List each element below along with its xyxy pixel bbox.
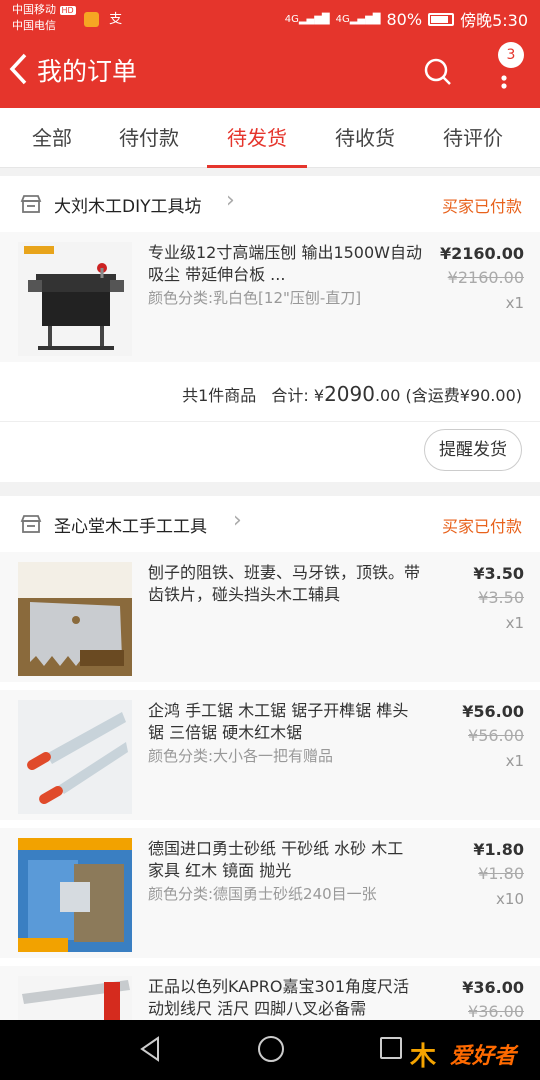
alipay-icon: 支 bbox=[109, 12, 123, 27]
page-title: 我的订单 bbox=[37, 57, 138, 86]
product-original-price: ¥56.00 bbox=[468, 726, 524, 745]
order-item[interactable]: 专业级12寸高端压刨 输出1500W自动吸尘 带延伸台板 ... 颜色分类:乳白… bbox=[0, 232, 540, 362]
shop-row[interactable]: 圣心堂木工手工工具 › 买家已付款 bbox=[0, 496, 540, 552]
remind-ship-button[interactable]: 提醒发货 bbox=[424, 429, 522, 471]
product-qty: x1 bbox=[505, 614, 524, 632]
product-price: ¥2160.00 bbox=[439, 244, 524, 263]
chevron-right-icon: › bbox=[233, 508, 242, 533]
signal-icon-2: 4G▂▄▆█ bbox=[335, 13, 381, 25]
key-icon bbox=[84, 12, 99, 27]
product-price: ¥56.00 bbox=[462, 702, 524, 721]
iron-parts-image bbox=[18, 562, 132, 676]
hand-saw-image bbox=[18, 700, 132, 814]
tab-all[interactable]: 全部 bbox=[32, 108, 72, 168]
product-image[interactable] bbox=[18, 242, 132, 356]
product-name[interactable]: 刨子的阻铁、班妻、马牙铁，顶铁。带齿铁片，碰头挡头木工辅具 bbox=[148, 562, 423, 606]
product-sku: 颜色分类:德国勇士砂纸240目一张 bbox=[148, 885, 377, 903]
product-original-price: ¥2160.00 bbox=[447, 268, 524, 287]
total-currency: ¥ bbox=[313, 386, 325, 405]
sandpaper-image bbox=[18, 838, 132, 952]
total-label: 合计: bbox=[271, 386, 309, 405]
hd-badge: HD bbox=[59, 6, 76, 15]
order-status: 买家已付款 bbox=[441, 197, 522, 216]
product-price: ¥3.50 bbox=[473, 564, 524, 583]
shop-name[interactable]: 大刘木工DIY工具坊 bbox=[54, 192, 202, 217]
product-image[interactable] bbox=[18, 976, 132, 1020]
order-status: 买家已付款 bbox=[441, 517, 522, 536]
order-card: 圣心堂木工手工工具 › 买家已付款 刨子的阻铁、班妻、马牙铁，顶铁。带齿铁片，碰… bbox=[0, 496, 540, 1020]
product-sku: 颜色分类:乳白色[12"压刨-直刀] bbox=[148, 289, 362, 307]
shop-row[interactable]: 大刘木工DIY工具坊 › 买家已付款 bbox=[0, 176, 540, 232]
system-nav-bar: 木 爱好者 bbox=[0, 1020, 540, 1080]
product-original-price: ¥1.80 bbox=[478, 864, 524, 883]
order-card: 大刘木工DIY工具坊 › 买家已付款 专业级12寸高端压刨 输出1500W自动吸… bbox=[0, 176, 540, 482]
product-sku: 颜色分类:大小各一把有赠品 bbox=[148, 747, 334, 765]
message-badge[interactable]: 3 bbox=[498, 42, 524, 68]
product-name[interactable]: 企鸿 手工锯 木工锯 锯子开榫锯 榫头锯 三倍锯 硬木红木锯 bbox=[148, 700, 423, 744]
shop-name[interactable]: 圣心堂木工手工工具 bbox=[54, 512, 207, 537]
product-price: ¥36.00 bbox=[462, 978, 524, 997]
total-amount: 2090 bbox=[324, 382, 375, 406]
product-price: ¥1.80 bbox=[473, 840, 524, 859]
tab-pending-receipt[interactable]: 待收货 bbox=[335, 108, 395, 168]
tab-pending-shipment[interactable]: 待发货 bbox=[207, 108, 307, 168]
status-right: 4G▂▄▆█ 4G▂▄▆█ 80% 傍晚5:30 bbox=[285, 7, 528, 31]
tab-pending-review[interactable]: 待评价 bbox=[443, 108, 503, 168]
order-item[interactable]: 正品以色列KAPRO嘉宝301角度尺活动划线尺 活尺 四脚八叉必备需 ¥36.0… bbox=[0, 966, 540, 1020]
order-item[interactable]: 德国进口勇士砂纸 干砂纸 水砂 木工 家具 红木 镜面 抛光 颜色分类:德国勇士… bbox=[0, 828, 540, 958]
order-summary: 共1件商品 合计: ¥2090.00 (含运费¥90.00) bbox=[0, 366, 540, 422]
angle-ruler-image bbox=[18, 976, 132, 1020]
product-original-price: ¥36.00 bbox=[468, 1002, 524, 1020]
shop-icon bbox=[20, 195, 42, 213]
notification-icons: 支 bbox=[84, 8, 122, 27]
item-count: 共1件商品 bbox=[182, 386, 257, 405]
clock: 傍晚5:30 bbox=[460, 11, 528, 30]
nav-home-icon[interactable] bbox=[258, 1036, 284, 1062]
nav-back-icon[interactable] bbox=[138, 1036, 162, 1062]
search-button[interactable] bbox=[424, 58, 452, 86]
shop-icon bbox=[20, 515, 42, 533]
total-decimal: .00 bbox=[374, 386, 401, 405]
nav-recent-icon[interactable] bbox=[380, 1037, 402, 1059]
product-image[interactable] bbox=[18, 838, 132, 952]
back-button[interactable] bbox=[8, 52, 28, 93]
carrier-info: 中国移动 HD 中国电信 bbox=[12, 2, 76, 33]
order-item[interactable]: 刨子的阻铁、班妻、马牙铁，顶铁。带齿铁片，碰头挡头木工辅具 ¥3.50 ¥3.5… bbox=[0, 552, 540, 682]
product-original-price: ¥3.50 bbox=[478, 588, 524, 607]
header: 我的订单 3 bbox=[0, 36, 540, 108]
search-icon bbox=[424, 58, 451, 85]
product-image[interactable] bbox=[18, 700, 132, 814]
tab-pending-payment[interactable]: 待付款 bbox=[119, 108, 179, 168]
signal-icon-1: 4G▂▄▆█ bbox=[284, 13, 330, 25]
product-qty: x1 bbox=[505, 752, 524, 770]
status-bar: 中国移动 HD 中国电信 支 4G▂▄▆█ 4G▂▄▆█ 80% 傍晚5:30 bbox=[0, 0, 540, 36]
planer-image bbox=[18, 242, 132, 356]
watermark-logo: 木 爱好者 bbox=[410, 1036, 532, 1072]
product-qty: x1 bbox=[505, 294, 524, 312]
carrier-2: 中国电信 bbox=[12, 19, 56, 32]
product-qty: x10 bbox=[496, 890, 524, 908]
watermark-text: 爱好者 bbox=[450, 1044, 517, 1069]
shipping-fee: (含运费¥90.00) bbox=[405, 386, 522, 405]
logo-mark-icon: 木 bbox=[410, 1042, 437, 1072]
chevron-right-icon: › bbox=[226, 188, 235, 213]
battery-icon bbox=[428, 12, 455, 26]
battery-percent: 80% bbox=[386, 9, 423, 29]
chevron-left-icon bbox=[9, 53, 27, 85]
carrier-1: 中国移动 bbox=[12, 3, 56, 16]
product-name[interactable]: 正品以色列KAPRO嘉宝301角度尺活动划线尺 活尺 四脚八叉必备需 bbox=[148, 976, 423, 1020]
product-name[interactable]: 专业级12寸高端压刨 输出1500W自动吸尘 带延伸台板 ... bbox=[148, 242, 423, 286]
order-item[interactable]: 企鸿 手工锯 木工锯 锯子开榫锯 榫头锯 三倍锯 硬木红木锯 颜色分类:大小各一… bbox=[0, 690, 540, 820]
order-tabs: 全部 待付款 待发货 待收货 待评价 bbox=[0, 108, 540, 168]
product-image[interactable] bbox=[18, 562, 132, 676]
product-name[interactable]: 德国进口勇士砂纸 干砂纸 水砂 木工 家具 红木 镜面 抛光 bbox=[148, 838, 423, 882]
